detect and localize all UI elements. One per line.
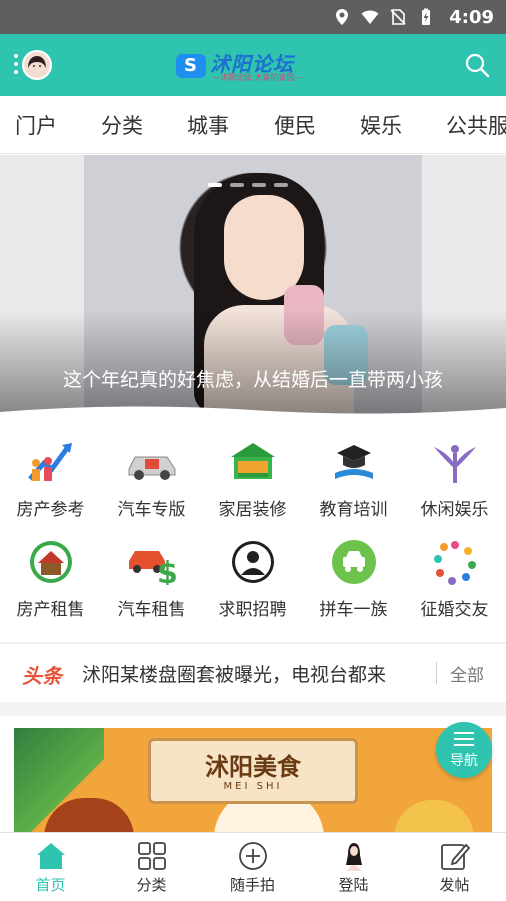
no-sim-icon [390,9,406,25]
search-icon[interactable] [464,52,490,78]
graduation-icon [335,445,373,479]
category-label: 教育培训 [319,500,388,520]
carousel-dot [208,183,222,187]
food-sign-board: 沭阳美食 MEI SHI [148,738,358,804]
car-dollar-icon: $ [129,551,177,585]
logo-subtitle: —沭阳论坛 大家的家园— [212,73,303,82]
section-gap [0,702,506,716]
menu-dots-icon[interactable] [14,54,20,76]
tab-category[interactable]: 分类 [101,110,143,140]
wifi-icon [361,10,379,24]
category-car-special[interactable]: 汽车专版 [101,425,202,525]
category-house-reference[interactable]: 房产参考 [0,425,101,525]
category-education[interactable]: 教育培训 [303,425,404,525]
forum-logo[interactable]: 沭阳论坛 —沭阳论坛 大家的家园— [174,48,326,84]
tab-portal[interactable]: 门户 [15,110,57,140]
carousel-dot [274,183,288,187]
carousel-indicator [208,183,288,187]
category-home-decor[interactable]: 家居装修 [202,425,303,525]
avatar-icon [24,52,50,78]
app-bar: 沭阳论坛 —沭阳论坛 大家的家园— [0,34,506,96]
category-label: 房产参考 [16,500,85,520]
bottom-nav-label: 登陆 [338,876,369,894]
house-sale-icon [30,541,72,583]
user-avatar[interactable] [22,50,52,80]
battery-charging-icon [422,8,431,25]
category-grid: 房产参考 汽车专版 家居装修 教育培训 休闲娱乐 房产租售 $ 汽车租售 求职招… [0,425,506,643]
headline-title[interactable]: 沭阳某楼盘圈套被曝光，电视台都来 [82,660,386,687]
carousel-dot [230,183,244,187]
food-banner-title: 沭阳美食 [205,753,301,781]
location-icon [336,9,349,25]
bottom-nav-label: 发帖 [439,876,470,894]
category-jobs[interactable]: 求职招聘 [202,525,303,625]
svg-text:$: $ [157,556,177,585]
headline-separator [436,662,437,684]
category-label: 拼车一族 [319,600,388,620]
headline-tag: 头条 [22,664,62,688]
car-icon [128,456,176,480]
plus-circle-icon [239,842,267,870]
avatar-icon [346,843,362,871]
bottom-nav-snapshot[interactable]: 随手拍 [202,833,303,901]
banner-caption: 这个年纪真的好焦虑，从结婚后一直带两小孩 [62,369,443,391]
category-label: 休闲娱乐 [420,500,489,520]
status-bar: 4:09 [0,0,506,34]
tab-city[interactable]: 城事 [187,110,229,140]
bottom-navigation: 首页 分类 随手拍 登陆 发帖 [0,832,506,900]
bottom-nav-home[interactable]: 首页 [0,833,101,901]
category-label: 房产租售 [16,600,85,620]
banner-wave [0,406,506,420]
channel-tabs: 门户 分类 城事 便民 娱乐 公共服 [0,96,506,154]
edit-icon [441,843,471,870]
category-dating[interactable]: 征婚交友 [404,525,505,625]
carousel-dot [252,183,266,187]
section-divider [0,642,506,644]
navigation-fab[interactable]: 导航 [436,722,492,778]
hamburger-icon [454,732,474,750]
category-carpool[interactable]: 拼车一族 [303,525,404,625]
carpool-icon [332,540,376,584]
dating-icon [434,541,476,585]
category-label: 求职招聘 [218,600,287,620]
category-label: 汽车专版 [117,500,186,520]
headline-all-link[interactable]: 全部 [450,661,484,686]
banner-carousel[interactable]: 这个年纪真的好焦虑，从结婚后一直带两小孩 [0,155,506,420]
job-person-icon [232,541,274,583]
bottom-nav-label: 分类 [136,876,167,894]
headline-ticker[interactable]: 头条 沭阳某楼盘圈套被曝光，电视台都来 全部 [0,648,506,700]
category-house-rent[interactable]: 房产租售 [0,525,101,625]
tab-public-service[interactable]: 公共服 [446,110,506,140]
bottom-nav-label: 首页 [35,876,66,894]
category-leisure[interactable]: 休闲娱乐 [404,425,505,525]
food-banner-subtitle: MEI SHI [223,781,283,792]
house-arrow-icon [28,443,72,481]
category-label: 征婚交友 [420,600,489,620]
logo-mark-icon [176,54,206,78]
tab-entertainment[interactable]: 娱乐 [360,110,402,140]
home-icon [37,843,65,869]
home-decor-icon [231,443,275,479]
clock-time: 4:09 [449,6,494,28]
category-label: 家居装修 [218,500,287,520]
navigation-fab-label: 导航 [450,753,478,769]
bottom-nav-label: 随手拍 [229,876,275,894]
leisure-icon [434,445,476,483]
bottom-nav-login[interactable]: 登陆 [303,833,404,901]
bottom-nav-post[interactable]: 发帖 [404,833,505,901]
grid-icon [138,842,166,870]
category-label: 汽车租售 [117,600,186,620]
bottom-nav-category[interactable]: 分类 [101,833,202,901]
category-car-rent[interactable]: $ 汽车租售 [101,525,202,625]
food-banner[interactable]: 沭阳美食 MEI SHI [14,728,492,838]
tab-convenience[interactable]: 便民 [274,110,316,140]
